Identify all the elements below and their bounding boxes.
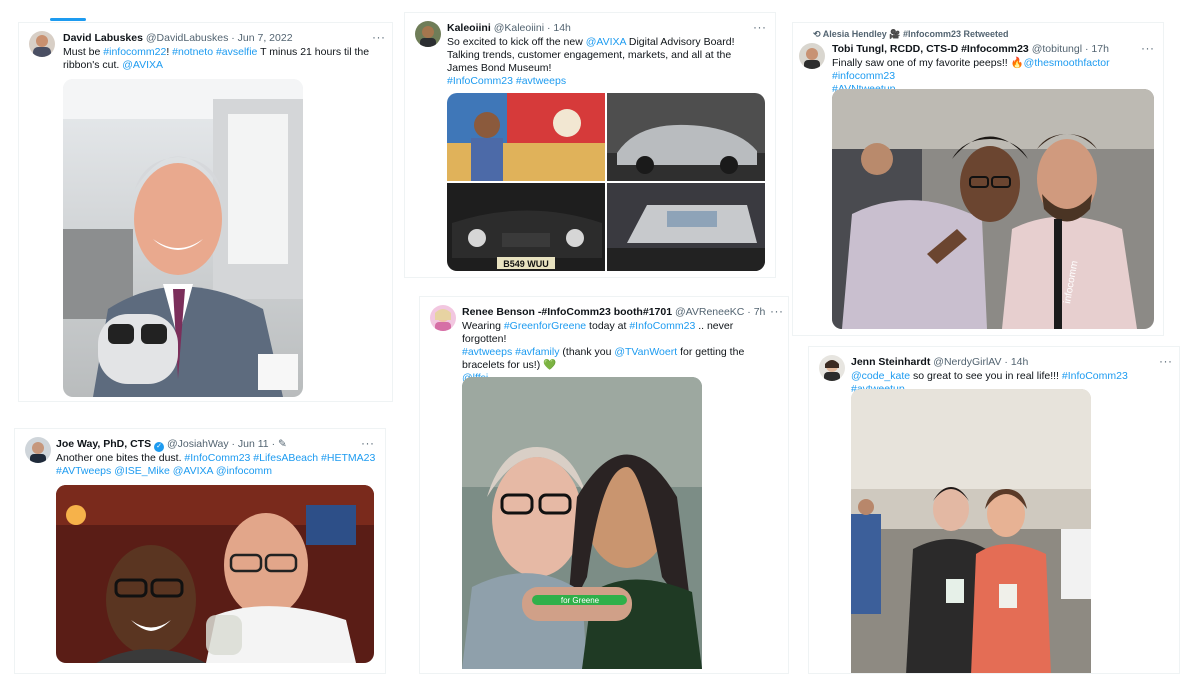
tweet-header: Kaleoiini @Kaleoiini · 14h [447,22,571,35]
avatar[interactable] [799,43,825,69]
hashtag-link[interactable]: #HETMA23 [321,452,375,464]
hashtag-link[interactable]: #infocomm23 [832,70,895,82]
hashtag-link[interactable]: #avtweeps [462,346,512,358]
hashtag-link[interactable]: #avfamily [515,346,559,358]
hashtag-link[interactable]: #avtweeps [516,75,566,87]
display-name[interactable]: Tobi Tungl, RCDD, CTS-D #Infocomm23 [832,43,1029,55]
display-name[interactable]: David Labuskes [63,32,143,44]
verified-badge-icon: ✓ [154,442,165,452]
mention-link[interactable]: @AVIXA [122,59,163,71]
hashtag-link[interactable]: #InfoComm23 [1062,370,1128,382]
more-options-icon[interactable]: ··· [770,304,784,318]
tweet-photo[interactable] [56,485,374,663]
hashtag-link[interactable]: #InfoComm23 [184,452,250,464]
text-segment: today at [586,320,630,332]
hashtag-link[interactable]: #infocomm22 [103,46,166,58]
hashtag-link[interactable]: #notneto [172,46,213,58]
avatar[interactable] [29,31,55,57]
tweet-text: So excited to kick off the new @AVIXA Di… [447,36,747,88]
tweet-header: Joe Way, PhD, CTS ✓ @JosiahWay · Jun 11 … [56,438,287,452]
license-plate: B549 WUU [503,259,549,269]
tweet-card-tobi[interactable]: ⟲ Alesia Hendley 🎥 #Infocomm23 Retweeted… [792,22,1164,336]
more-options-icon[interactable]: ··· [1159,354,1173,368]
tab-indicator [50,18,86,21]
handle-and-date[interactable]: @DavidLabuskes · Jun 7, 2022 [146,32,293,44]
tweet-photo[interactable] [63,79,303,397]
hashtag-link[interactable]: #InfoComm23 [629,320,695,332]
hashtag-link[interactable]: #InfoComm23 [447,75,513,87]
hashtag-link[interactable]: #LifesABeach [253,452,318,464]
mention-link[interactable]: @code_kate [851,370,910,382]
retweet-text[interactable]: Alesia Hendley 🎥 #Infocomm23 Retweeted [823,29,1009,39]
display-name[interactable]: Kaleoiini [447,22,491,34]
hashtag-link[interactable]: #AVTweeps [56,465,111,477]
text-segment: Another one bites the dust. [56,452,185,464]
tweet-photo[interactable] [851,389,1091,673]
display-name[interactable]: Joe Way, PhD, CTS [56,438,151,450]
text-segment: So excited to kick off the new [447,36,586,48]
handle-and-date[interactable]: @tobitungl · 17h [1032,43,1109,55]
text-segment: Wearing [462,320,504,332]
mention-link[interactable]: @AVIXA [173,465,213,477]
display-name[interactable]: Jenn Steinhardt [851,356,930,368]
text-segment: so great to see you in real life!!! [910,370,1062,382]
mention-link[interactable]: @infocomm [216,465,272,477]
retweet-label: ⟲ Alesia Hendley 🎥 #Infocomm23 Retweeted [813,29,1008,40]
tweet-card-david[interactable]: David Labuskes @DavidLabuskes · Jun 7, 2… [18,22,393,402]
tweet-text: Wearing #GreenforGreene today at #InfoCo… [462,320,777,385]
tweet-card-renee[interactable]: Renee Benson -#InfoComm23 booth#1701 @AV… [419,296,789,674]
retweet-icon: ⟲ [813,29,821,39]
text-segment: (thank you [559,346,615,358]
tweet-header: Tobi Tungl, RCDD, CTS-D #Infocomm23 @tob… [832,43,1109,56]
tweet-photo[interactable] [447,93,605,181]
avatar[interactable] [819,355,845,381]
hashtag-link[interactable]: #avselfie [216,46,257,58]
mention-link[interactable]: @ISE_Mike [114,465,170,477]
more-options-icon[interactable]: ··· [1141,41,1155,55]
mention-link[interactable]: @AVIXA [586,36,626,48]
tweet-photo[interactable]: B549 WUU [447,183,605,271]
tweet-card-joe[interactable]: Joe Way, PhD, CTS ✓ @JosiahWay · Jun 11 … [14,428,386,674]
avatar[interactable] [415,21,441,47]
tweet-photo[interactable] [607,93,765,181]
avatar[interactable] [25,437,51,463]
more-options-icon[interactable]: ··· [372,30,386,44]
tweet-card-jenn[interactable]: Jenn Steinhardt @NerdyGirlAV · 14h ··· @… [808,346,1180,674]
mention-link[interactable]: @TVanWoert [614,346,677,358]
more-options-icon[interactable]: ··· [361,436,375,450]
photo-grid: B549 WUU [447,93,765,271]
mention-link[interactable]: @thesmoothfactor [1024,57,1110,69]
tweet-text: Another one bites the dust. #InfoComm23 … [56,452,376,478]
bracelet-text: for Greene [561,596,600,605]
tweet-card-kaleoiini[interactable]: Kaleoiini @Kaleoiini · 14h ··· So excite… [404,12,776,278]
handle-and-date[interactable]: @AVReneeKC · 7h [675,306,765,318]
text-segment: Must be [63,46,104,58]
more-options-icon[interactable]: ··· [753,20,767,34]
tweet-text: Must be #infocomm22! #notneto #avselfie … [63,46,373,72]
handle-and-date[interactable]: @NerdyGirlAV · 14h [933,356,1028,368]
tweet-photo[interactable] [607,183,765,271]
tweet-photo[interactable]: infocomm [832,89,1154,329]
display-name[interactable]: Renee Benson -#InfoComm23 booth#1701 [462,306,672,318]
tweet-header: Jenn Steinhardt @NerdyGirlAV · 14h [851,356,1028,369]
tweet-header: David Labuskes @DavidLabuskes · Jun 7, 2… [63,32,293,45]
hashtag-link[interactable]: #GreenforGreene [504,320,586,332]
tweet-photo[interactable]: for Greene [462,377,702,669]
handle-and-date[interactable]: @JosiahWay · Jun 11 · ✎ [167,438,287,450]
text-segment: Finally saw one of my favorite peeps!! 🔥 [832,57,1024,69]
tweet-header: Renee Benson -#InfoComm23 booth#1701 @AV… [462,306,765,319]
handle-and-date[interactable]: @Kaleoiini · 14h [494,22,571,34]
avatar[interactable] [430,305,456,331]
